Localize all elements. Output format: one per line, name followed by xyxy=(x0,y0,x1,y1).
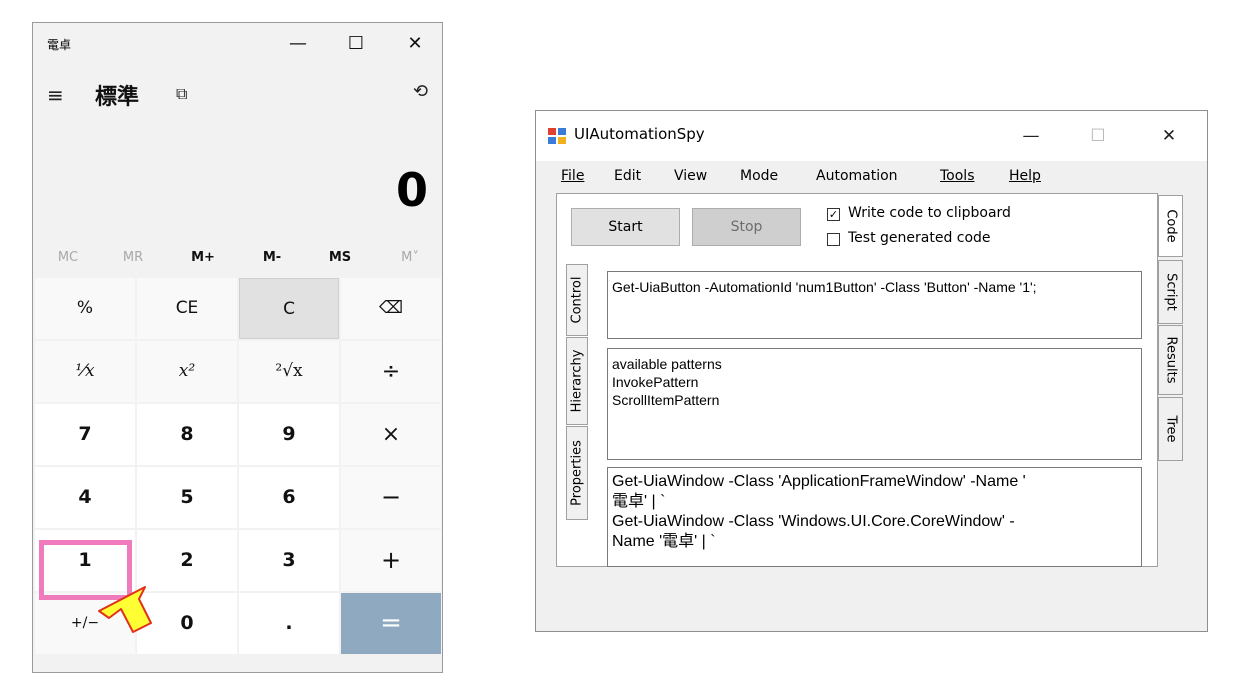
tab-code[interactable]: Code xyxy=(1158,195,1183,257)
hierarchy-line: Name '電卓' | ` xyxy=(612,533,716,550)
hierarchy-line: 電卓' | ` xyxy=(612,493,666,510)
menu-file[interactable]: File xyxy=(561,168,584,184)
tab-control-label: Control xyxy=(569,276,585,324)
memory-subtract-button[interactable]: M- xyxy=(247,245,297,271)
digit-8-button[interactable]: 8 xyxy=(137,404,237,465)
test-code-checkbox[interactable] xyxy=(827,233,840,246)
tab-code-label: Code xyxy=(1163,209,1178,243)
write-clipboard-checkbox[interactable]: ✓ xyxy=(827,208,840,221)
clear-entry-button[interactable]: CE xyxy=(137,278,237,339)
hierarchy-line: Get-UiaWindow -Class 'Windows.UI.Core.Co… xyxy=(612,513,1015,530)
tab-control[interactable]: Control xyxy=(566,264,588,336)
equals-button[interactable]: = xyxy=(341,593,441,654)
tab-tree-label: Tree xyxy=(1163,415,1178,443)
plus-button[interactable]: + xyxy=(341,530,441,591)
mode-title: 標準 xyxy=(95,85,140,110)
pattern-item: available patterns xyxy=(612,356,722,372)
menu-automation[interactable]: Automation xyxy=(816,168,898,184)
pointer-arrow-icon xyxy=(98,586,152,633)
menu-help[interactable]: Help xyxy=(1009,168,1041,184)
memory-clear-button[interactable]: MC xyxy=(43,245,93,271)
history-icon[interactable]: ⟲ xyxy=(413,81,428,102)
pattern-item: InvokePattern xyxy=(612,374,699,390)
reciprocal-button[interactable]: ⅟x xyxy=(35,341,135,402)
maximize-button[interactable]: ☐ xyxy=(336,29,376,59)
tab-hierarchy-label: Hierarchy xyxy=(569,349,585,413)
square-button[interactable]: x² xyxy=(137,341,237,402)
square-root-button[interactable]: ²√x xyxy=(239,341,339,402)
memory-add-button[interactable]: M+ xyxy=(178,245,228,271)
digit-4-button[interactable]: 4 xyxy=(35,467,135,528)
tab-results-label: Results xyxy=(1163,336,1178,384)
menu-view[interactable]: View xyxy=(674,168,707,184)
digit-6-button[interactable]: 6 xyxy=(239,467,339,528)
tab-results[interactable]: Results xyxy=(1158,325,1183,395)
memory-store-button[interactable]: MS xyxy=(315,245,365,271)
minimize-button[interactable]: — xyxy=(278,29,318,59)
spy-title: UIAutomationSpy xyxy=(574,125,705,143)
spy-minimize-button[interactable]: — xyxy=(1008,121,1054,151)
keep-on-top-icon[interactable]: ⧉ xyxy=(176,84,187,104)
app-icon xyxy=(548,128,566,144)
tab-properties[interactable]: Properties xyxy=(566,426,588,520)
close-button[interactable]: ✕ xyxy=(395,29,435,59)
patterns-list[interactable]: available patterns InvokePattern ScrollI… xyxy=(607,348,1142,460)
hierarchy-line: Get-UiaWindow -Class 'ApplicationFrameWi… xyxy=(612,473,1026,490)
decimal-button[interactable]: . xyxy=(239,593,339,654)
memory-list-button[interactable]: M˅ xyxy=(385,245,435,271)
code-textbox[interactable]: Get-UiaButton -AutomationId 'num1Button'… xyxy=(607,271,1142,339)
spy-maximize-button[interactable]: ☐ xyxy=(1075,121,1121,151)
calculator-display: 0 xyxy=(395,163,428,217)
digit-9-button[interactable]: 9 xyxy=(239,404,339,465)
tab-script[interactable]: Script xyxy=(1158,260,1183,324)
clear-button[interactable]: C xyxy=(239,278,339,339)
calculator-window: 電卓 — ☐ ✕ ≡ 標準 ⧉ ⟲ 0 MC MR M+ M- MS M˅ % … xyxy=(32,22,443,673)
digit-5-button[interactable]: 5 xyxy=(137,467,237,528)
digit-3-button[interactable]: 3 xyxy=(239,530,339,591)
test-code-label: Test generated code xyxy=(848,230,991,246)
hamburger-menu-icon[interactable]: ≡ xyxy=(47,83,64,107)
percent-button[interactable]: % xyxy=(35,278,135,339)
tab-properties-label: Properties xyxy=(569,440,585,506)
menu-edit[interactable]: Edit xyxy=(614,168,641,184)
hierarchy-textbox[interactable]: Get-UiaWindow -Class 'ApplicationFrameWi… xyxy=(607,467,1142,567)
spy-close-button[interactable]: ✕ xyxy=(1146,121,1192,151)
start-button[interactable]: Start xyxy=(571,208,680,246)
spy-window: UIAutomationSpy — ☐ ✕ File Edit View Mod… xyxy=(535,110,1208,632)
minus-button[interactable]: − xyxy=(341,467,441,528)
menu-mode[interactable]: Mode xyxy=(740,168,778,184)
tab-hierarchy[interactable]: Hierarchy xyxy=(566,337,588,425)
stop-button[interactable]: Stop xyxy=(692,208,801,246)
memory-recall-button[interactable]: MR xyxy=(108,245,158,271)
backspace-button[interactable]: ⌫ xyxy=(341,278,441,339)
tab-script-label: Script xyxy=(1163,273,1178,311)
divide-button[interactable]: ÷ xyxy=(341,341,441,402)
calculator-title: 電卓 xyxy=(47,38,72,52)
write-clipboard-label: Write code to clipboard xyxy=(848,205,1011,221)
tab-tree[interactable]: Tree xyxy=(1158,397,1183,461)
multiply-button[interactable]: × xyxy=(341,404,441,465)
digit-7-button[interactable]: 7 xyxy=(35,404,135,465)
menu-tools[interactable]: Tools xyxy=(940,168,975,184)
pattern-item: ScrollItemPattern xyxy=(612,392,720,408)
